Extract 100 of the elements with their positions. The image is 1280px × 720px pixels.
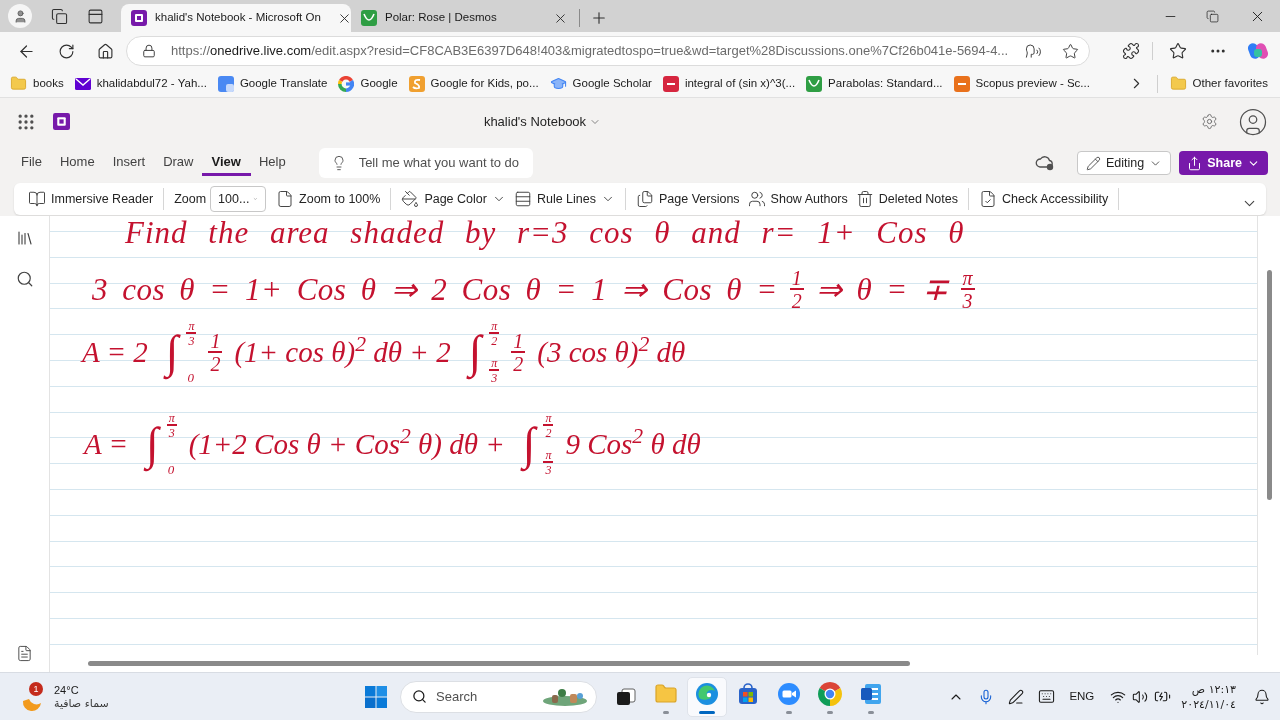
- extensions-icon[interactable]: [1122, 42, 1140, 60]
- favorite-link[interactable]: Google: [338, 74, 398, 93]
- ring-logo-icon: [338, 75, 355, 92]
- swirl-logo-icon[interactable]: [1247, 40, 1269, 62]
- paint-bucket-icon: [401, 190, 420, 208]
- video-camera-icon: [776, 681, 801, 706]
- window-panel-icon[interactable]: [87, 7, 104, 25]
- handwritten-text: 3 cos θ = 1+ Cos θ ⇒ 2 Cos θ = 1 ⇒ Cos θ =: [92, 274, 778, 305]
- restore-icon[interactable]: [1206, 9, 1219, 23]
- home-icon[interactable]: [97, 42, 114, 60]
- account-avatar-icon[interactable]: [1238, 106, 1268, 137]
- pen-icon[interactable]: [1008, 688, 1025, 705]
- taskbar-search-field[interactable]: Search: [400, 680, 597, 713]
- open-book-icon: [28, 190, 46, 208]
- handwritten-fraction: 1 2: [789, 268, 804, 311]
- toolbar-button[interactable]: Immersive Reader: [24, 186, 158, 212]
- lock-icon: [142, 44, 156, 58]
- integral-sign: ∫: [140, 411, 165, 477]
- browser-tab[interactable]: khalid's Notebook - Microsoft On: [121, 4, 351, 32]
- curve-tile-icon: [408, 75, 425, 92]
- favorite-link[interactable]: Google for Kids, po...: [408, 74, 539, 93]
- handwritten-text: (3 cos θ)$^{2}$ dθ: [537, 337, 686, 367]
- stacked-squares-icon[interactable]: [51, 7, 68, 25]
- overlapping-squares-icon[interactable]: [615, 685, 637, 708]
- handwritten-fraction: 1 2: [511, 330, 526, 374]
- documents-icon: [636, 190, 654, 208]
- notebook-title[interactable]: khalid's Notebook: [483, 111, 602, 132]
- settings-icon[interactable]: [1201, 113, 1218, 130]
- search-icon[interactable]: [15, 270, 34, 288]
- grid-logo-icon[interactable]: [365, 685, 387, 708]
- ribbon-tab[interactable]: Draw: [153, 150, 204, 176]
- browser-tab[interactable]: Polar: Rose | Desmos: [351, 4, 575, 32]
- ribbon-tab[interactable]: View: [201, 150, 251, 176]
- document-tile-icon: [858, 681, 883, 706]
- favorite-link[interactable]: Google Translate: [217, 74, 328, 93]
- handwritten-text: 9 Cos$^{2}$ θ dθ: [565, 429, 701, 459]
- notebook-logo-icon: [53, 113, 70, 130]
- share-button[interactable]: Share: [1179, 151, 1268, 175]
- integral-upper-limit: π 3: [186, 320, 197, 347]
- favorite-link[interactable]: Parabolas: Standard...: [806, 74, 943, 93]
- ribbon-tab[interactable]: Home: [49, 150, 105, 176]
- keyboard-icon[interactable]: [1038, 688, 1056, 705]
- ribbon-tab[interactable]: Help: [248, 150, 296, 176]
- favorites-icon[interactable]: [1169, 42, 1187, 60]
- horizontal-scrollbar-thumb[interactable]: [88, 661, 910, 666]
- curve-tile-icon: [806, 75, 823, 92]
- translate-tile-icon: [217, 75, 234, 92]
- favorite-folder[interactable]: Other favorites: [1169, 74, 1268, 93]
- taskbar-app-button[interactable]: [686, 676, 727, 717]
- document-check-icon: [978, 190, 997, 208]
- profile-avatar-icon[interactable]: [8, 4, 32, 28]
- toolbar-button[interactable]: Rule Lines: [509, 186, 619, 212]
- library-icon[interactable]: [15, 229, 34, 247]
- toolbar-button[interactable]: Show Authors: [743, 186, 852, 212]
- integral-sign: ∫: [159, 319, 185, 385]
- ribbon-tab[interactable]: Insert: [102, 150, 156, 176]
- integral-sign: ∫: [516, 411, 542, 477]
- cloud-check-icon: [1035, 155, 1055, 171]
- notification-badge: 1: [29, 681, 43, 696]
- tab-title: khalid's Notebook - Microsoft On: [155, 10, 321, 26]
- trash-icon: [855, 190, 874, 208]
- weather-condition-text: سماء صافية: [54, 696, 109, 710]
- read-aloud-icon[interactable]: [1025, 42, 1042, 60]
- ribbon-tab[interactable]: File: [11, 150, 52, 176]
- address-field[interactable]: https://onedrive.live.com/edit.aspx?resid=CF8CAB3E6397D648!403&migratedtospo=true&wd=target%28Discussions.one%7Cf26b041e-5694-4...: [126, 36, 1090, 66]
- vertical-scrollbar-thumb[interactable]: [1266, 270, 1272, 500]
- clock[interactable]: ١٢:١٣ ص ٢٠٢٤/١١/٠٤: [1181, 681, 1236, 712]
- integral-lower-limit: 0: [186, 371, 195, 384]
- favorite-link[interactable]: Scopus preview - Sc...: [953, 74, 1090, 93]
- favorite-link[interactable]: integral of (sin x)^3(...: [662, 74, 796, 93]
- toolbar-button[interactable]: Deleted Notes: [851, 186, 962, 212]
- toolbar-button[interactable]: Page Color: [397, 186, 510, 212]
- search-icon: [412, 689, 427, 704]
- handwritten-fraction: π 3: [960, 268, 975, 311]
- toolbar-button[interactable]: Page Versions: [632, 186, 744, 212]
- handwritten-text: ⇒ θ = ∓: [815, 274, 949, 305]
- integral-upper-limit: π 2: [543, 412, 554, 439]
- tile-icon: [662, 75, 679, 92]
- favorite-link[interactable]: khalidabdul72 - Yah...: [74, 74, 207, 93]
- toolbar-button[interactable]: Zoom to 100%: [272, 186, 385, 212]
- editing-button[interactable]: Editing: [1077, 151, 1172, 175]
- notification-bell-icon[interactable]: [1254, 688, 1270, 705]
- refresh-icon[interactable]: [58, 42, 75, 60]
- favorite-link[interactable]: books: [10, 74, 64, 93]
- new-tab-icon[interactable]: [590, 9, 608, 27]
- notebook-tile-icon: [131, 10, 147, 26]
- handwritten-text: A =: [84, 429, 128, 459]
- integral-lower-limit: π 3: [543, 449, 554, 476]
- pencil-icon: [1086, 155, 1101, 171]
- volume-icon[interactable]: [1132, 688, 1149, 705]
- zoom-dropdown[interactable]: 100...: [210, 186, 267, 212]
- handwritten-text: A = 2: [82, 337, 148, 367]
- language-indicator[interactable]: ENG: [1069, 687, 1095, 706]
- favorite-link[interactable]: Google Scholar: [549, 74, 652, 93]
- favorite-star-icon[interactable]: [1062, 42, 1079, 60]
- toolbar-button[interactable]: Check Accessibility: [974, 186, 1113, 212]
- share-icon: [1187, 155, 1203, 171]
- page-icon[interactable]: [16, 645, 33, 662]
- tell-me-search-field[interactable]: Tell me what you want to do: [318, 148, 533, 178]
- integral-upper-limit: π 3: [166, 412, 177, 439]
